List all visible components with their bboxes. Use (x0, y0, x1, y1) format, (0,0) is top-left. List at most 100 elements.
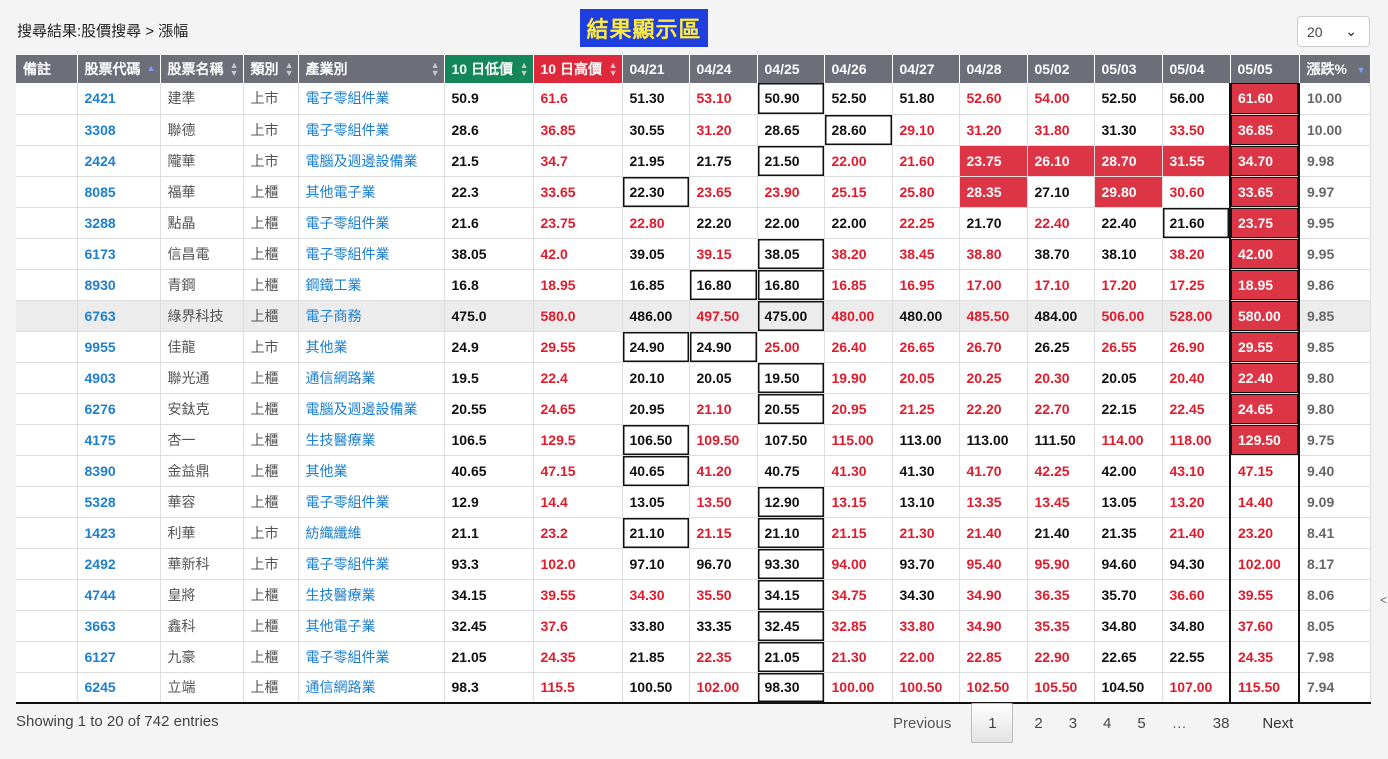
table-row[interactable]: 6127 九豪 上櫃 電子零組件業 21.05 24.35 21.85 22.35 21.05 2… (16, 641, 1371, 673)
industry-link[interactable]: 電子零組件業 (298, 114, 445, 146)
table-row[interactable]: 6245 立端 上櫃 通信網路業 98.3 115.5 100.50 102.00 98.30 1… (16, 672, 1371, 704)
column-header-label: 股票名稱 (167, 61, 224, 77)
table-row[interactable]: 8930 青鋼 上櫃 鋼鐵工業 16.8 18.95 16.85 16.80 16.80 16.8… (16, 269, 1371, 301)
stock-code-link[interactable]: 6276 (77, 393, 161, 425)
price-cell: 53.10 (689, 83, 758, 115)
table-row[interactable]: 2424 隴華 上市 電腦及週邊設備業 21.5 34.7 21.95 21.75 21.50 2… (16, 145, 1371, 177)
price-cell: 111.50 (1027, 424, 1095, 456)
note-cell (16, 548, 78, 580)
industry-link[interactable]: 電子商務 (298, 300, 445, 332)
industry-link[interactable]: 電腦及週邊設備業 (298, 145, 445, 177)
stock-code-link[interactable]: 3663 (77, 610, 161, 642)
stock-code-link[interactable]: 4175 (77, 424, 161, 456)
industry-link[interactable]: 電腦及週邊設備業 (298, 393, 445, 425)
change-percent: 9.98 (1299, 145, 1371, 177)
industry-link[interactable]: 其他業 (298, 331, 445, 363)
industry-link[interactable]: 通信網路業 (298, 672, 445, 704)
page-button-4[interactable]: 4 (1090, 715, 1124, 732)
stock-name: 佳龍 (160, 331, 244, 363)
price-cell: 22.25 (892, 207, 960, 239)
stock-code-link[interactable]: 9955 (77, 331, 161, 363)
stock-code-link[interactable]: 6127 (77, 641, 161, 673)
industry-link[interactable]: 其他電子業 (298, 610, 445, 642)
stock-code-link[interactable]: 2492 (77, 548, 161, 580)
price-cell: 42.00 (1229, 238, 1300, 270)
price-cell: 94.30 (1162, 548, 1231, 580)
price-cell: 42.00 (1094, 455, 1163, 487)
stock-code-link[interactable]: 3288 (77, 207, 161, 239)
stock-code-link[interactable]: 8930 (77, 269, 161, 301)
table-row[interactable]: 4175 杏一 上櫃 生技醫療業 106.5 129.5 106.50 109.50 107.5… (16, 424, 1371, 456)
industry-link[interactable]: 生技醫療業 (298, 424, 445, 456)
price-cell: 34.75 (824, 579, 893, 611)
table-row[interactable]: 6173 信昌電 上櫃 電子零組件業 38.05 42.0 39.05 39.15 38.05 3… (16, 238, 1371, 270)
table-row[interactable]: 6763 綠界科技 上櫃 電子商務 475.0 580.0 486.00 497.50 475.… (16, 300, 1371, 332)
stock-code-link[interactable]: 3308 (77, 114, 161, 146)
column-header-2[interactable]: 股票名稱 ▲ ▼ (160, 55, 244, 83)
industry-link[interactable]: 電子零組件業 (298, 83, 445, 115)
table-row[interactable]: 2421 建準 上市 電子零組件業 50.9 61.6 51.30 53.10 50.90 52.… (16, 83, 1371, 115)
stock-code-link[interactable]: 6173 (77, 238, 161, 270)
change-percent: 9.85 (1299, 331, 1371, 363)
change-percent: 9.09 (1299, 486, 1371, 518)
side-collapse-icon[interactable]: < (1380, 593, 1387, 607)
stock-code-link[interactable]: 6245 (77, 672, 161, 704)
stock-code-link[interactable]: 2421 (77, 83, 161, 115)
column-header-3[interactable]: 類別 ▲ ▼ (243, 55, 299, 83)
stock-code-link[interactable]: 5328 (77, 486, 161, 518)
price-cell: 22.40 (1229, 362, 1300, 394)
high-price: 39.55 (533, 579, 623, 611)
stock-code-link[interactable]: 2424 (77, 145, 161, 177)
industry-link[interactable]: 鋼鐵工業 (298, 269, 445, 301)
table-row[interactable]: 3308 聯德 上市 電子零組件業 28.6 36.85 30.55 31.20 28.65 28… (16, 114, 1371, 146)
column-header-6[interactable]: 10 日高價 ▲ ▼ (533, 55, 623, 83)
page-button-3[interactable]: 3 (1056, 715, 1090, 732)
table-row[interactable]: 4903 聯光通 上櫃 通信網路業 19.5 22.4 20.10 20.05 19.50 19.… (16, 362, 1371, 394)
page-length-select[interactable]: 20 ⌄ (1297, 16, 1370, 47)
stock-code-link[interactable]: 6763 (77, 300, 161, 332)
stock-code-link[interactable]: 8085 (77, 176, 161, 208)
page-button-5[interactable]: 5 (1124, 715, 1158, 732)
next-button[interactable]: Next (1242, 715, 1306, 732)
column-header-4[interactable]: 產業別 ▲ ▼ (298, 55, 445, 83)
table-row[interactable]: 8390 金益鼎 上櫃 其他業 40.65 47.15 40.65 41.20 40.75 41.… (16, 455, 1371, 487)
industry-link[interactable]: 其他電子業 (298, 176, 445, 208)
price-cell: 20.10 (622, 362, 690, 394)
industry-link[interactable]: 電子零組件業 (298, 207, 445, 239)
industry-link[interactable]: 紡織纖維 (298, 517, 445, 549)
table-row[interactable]: 3663 鑫科 上櫃 其他電子業 32.45 37.6 33.80 33.35 32.45 32.… (16, 610, 1371, 642)
table-row[interactable]: 2492 華新科 上市 電子零組件業 93.3 102.0 97.10 96.70 93.30 9… (16, 548, 1371, 580)
table-row[interactable]: 3288 點晶 上櫃 電子零組件業 21.6 23.75 22.80 22.20 22.00 22… (16, 207, 1371, 239)
page-button-2[interactable]: 2 (1021, 715, 1055, 732)
table-row[interactable]: 4744 皇將 上櫃 生技醫療業 34.15 39.55 34.30 35.50 34.15 34… (16, 579, 1371, 611)
stock-code-link[interactable]: 4744 (77, 579, 161, 611)
note-cell (16, 238, 78, 270)
column-header-1[interactable]: 股票代碼 ▲ (77, 55, 161, 83)
column-header-17[interactable]: 漲跌% ▼ (1299, 55, 1371, 83)
industry-link[interactable]: 電子零組件業 (298, 548, 445, 580)
industry-link[interactable]: 通信網路業 (298, 362, 445, 394)
price-cell: 580.00 (1229, 300, 1300, 332)
industry-link[interactable]: 電子零組件業 (298, 641, 445, 673)
previous-button[interactable]: Previous (880, 715, 971, 732)
industry-link[interactable]: 電子零組件業 (298, 238, 445, 270)
industry-link[interactable]: 其他業 (298, 455, 445, 487)
price-cell: 39.15 (689, 238, 758, 270)
table-row[interactable]: 8085 福華 上櫃 其他電子業 22.3 33.65 22.30 23.65 23.90 25.… (16, 176, 1371, 208)
price-cell: 33.65 (1229, 176, 1300, 208)
table-row[interactable]: 5328 華容 上櫃 電子零組件業 12.9 14.4 13.05 13.50 12.90 13.… (16, 486, 1371, 518)
column-header-5[interactable]: 10 日低價 ▲ ▼ (444, 55, 534, 83)
table-row[interactable]: 6276 安鈦克 上櫃 電腦及週邊設備業 20.55 24.65 20.95 21.10 20.… (16, 393, 1371, 425)
page-button-38[interactable]: 38 (1200, 715, 1243, 732)
stock-code-link[interactable]: 1423 (77, 517, 161, 549)
stock-code-link[interactable]: 8390 (77, 455, 161, 487)
industry-link[interactable]: 生技醫療業 (298, 579, 445, 611)
low-price: 20.55 (444, 393, 534, 425)
market-type: 上櫃 (243, 486, 299, 518)
price-cell: 96.70 (689, 548, 758, 580)
table-row[interactable]: 1423 利華 上市 紡織纖維 21.1 23.2 21.10 21.15 21.10 21.15… (16, 517, 1371, 549)
page-button-1[interactable]: 1 (971, 703, 1014, 743)
stock-code-link[interactable]: 4903 (77, 362, 161, 394)
table-row[interactable]: 9955 佳龍 上市 其他業 24.9 29.55 24.90 24.90 25.00 26.40… (16, 331, 1371, 363)
industry-link[interactable]: 電子零組件業 (298, 486, 445, 518)
